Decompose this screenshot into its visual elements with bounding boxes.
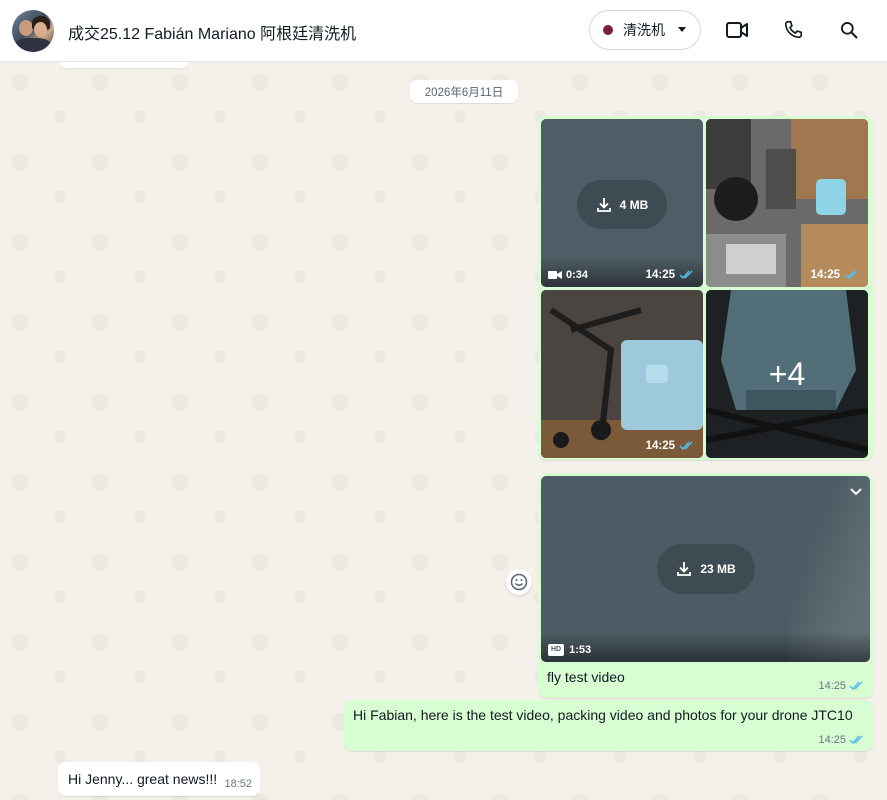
more-photos-count: +4	[706, 290, 868, 458]
download-button[interactable]: 4 MB	[577, 180, 667, 229]
incoming-text-message: Hi Jenny... great news!!! 18:52	[58, 762, 260, 796]
chat-header: 成交25.12 Fabián Mariano 阿根廷清洗机 清洗机	[0, 0, 887, 62]
smiley-icon	[510, 573, 528, 591]
message-time: 14:25	[811, 269, 860, 281]
video-caption: fly test video	[547, 669, 625, 685]
album-video-tile[interactable]: 4 MB 0:34 14:25	[541, 119, 703, 287]
download-size: 4 MB	[619, 197, 649, 212]
photo-boxes-equipment	[706, 119, 868, 287]
read-ticks-icon	[679, 270, 693, 280]
contact-avatar[interactable]	[12, 10, 54, 52]
video-message: 23 MB HD 1:53 fly test video 14:25	[538, 473, 873, 698]
read-ticks-icon	[679, 441, 693, 451]
download-size: 23 MB	[700, 562, 736, 576]
message-text: Hi Jenny... great news!!!	[68, 771, 218, 787]
video-duration: HD 1:53	[548, 644, 591, 656]
photo-drone-frame	[541, 290, 703, 458]
chat-title[interactable]: 成交25.12 Fabián Mariano 阿根廷清洗机	[68, 20, 356, 44]
message-time: 14:25	[818, 734, 865, 746]
label-color-dot	[603, 25, 613, 35]
album-photo-tile[interactable]: 14:25	[706, 119, 868, 287]
hd-badge: HD	[548, 644, 565, 656]
react-emoji-button[interactable]	[506, 569, 532, 595]
outgoing-text-message: Hi Fabian, here is the test video, packi…	[344, 700, 873, 751]
read-ticks-icon	[844, 270, 858, 280]
chat-label-dropdown[interactable]: 清洗机	[589, 10, 701, 50]
message-time: 14:25	[818, 680, 865, 692]
video-duration: 0:34	[548, 269, 588, 281]
video-camera-icon	[548, 271, 562, 279]
read-ticks-icon	[849, 681, 863, 691]
message-text: Hi Fabian, here is the test video, packi…	[353, 707, 853, 723]
read-ticks-icon	[849, 735, 863, 745]
video-call-icon[interactable]	[721, 14, 753, 46]
album-more-tile[interactable]: +4	[706, 290, 868, 458]
label-text: 清洗机	[623, 22, 665, 38]
date-divider: 2026年6月11日	[410, 80, 518, 103]
download-button[interactable]: 23 MB	[657, 544, 755, 594]
download-icon	[677, 562, 692, 576]
search-icon[interactable]	[833, 14, 865, 46]
video-thumbnail[interactable]: 23 MB HD 1:53	[541, 476, 870, 662]
message-time: 18:52	[224, 778, 252, 790]
chevron-down-icon	[678, 27, 686, 32]
media-album-message: 4 MB 0:34 14:25 14:25 14:25 +4	[538, 116, 873, 460]
message-time: 14:25	[646, 269, 695, 281]
voice-call-icon[interactable]	[777, 14, 809, 46]
chevron-down-icon[interactable]	[849, 484, 863, 502]
album-photo-tile[interactable]: 14:25	[541, 290, 703, 458]
download-icon	[596, 197, 611, 212]
message-time: 14:25	[646, 440, 695, 452]
